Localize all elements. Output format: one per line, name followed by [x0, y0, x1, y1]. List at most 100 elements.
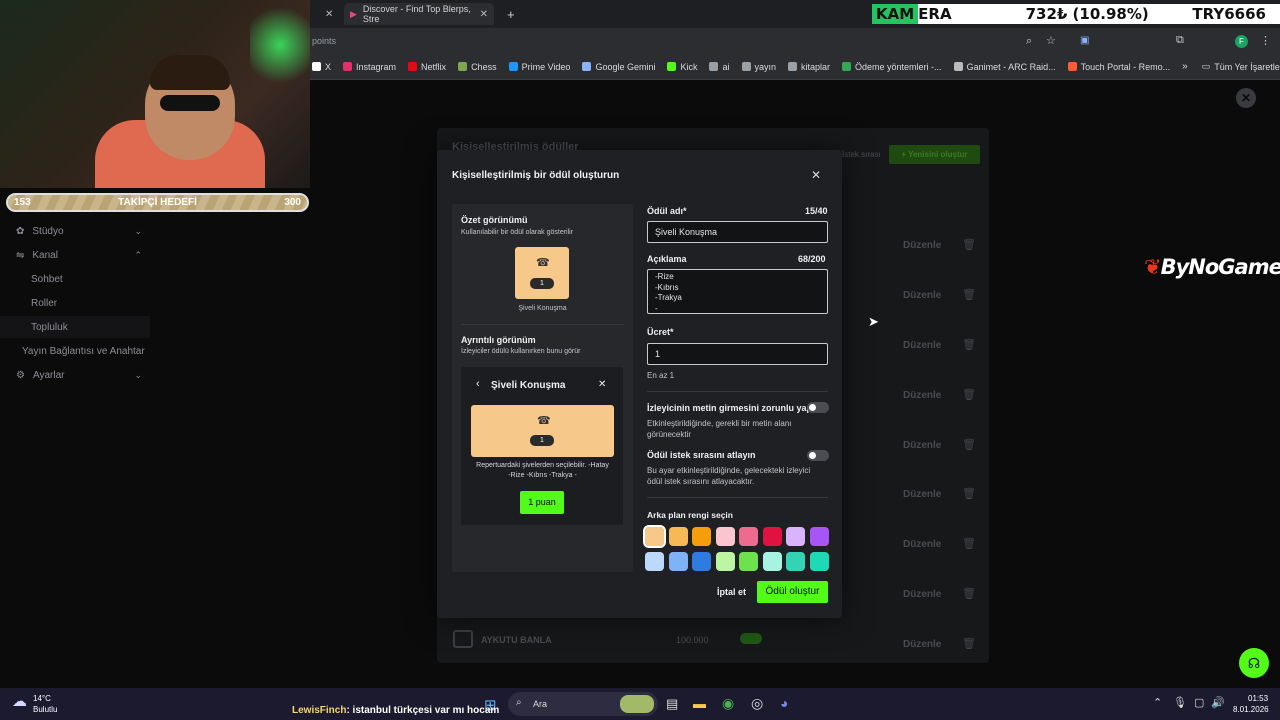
description-textarea[interactable]: -Rize -Kıbrıs -Trakya - — [647, 269, 828, 314]
trash-icon[interactable]: 🗑 — [962, 388, 976, 401]
discord-icon[interactable]: ◕ — [780, 695, 788, 711]
ticker-price: 732₺ (10.98%) — [1025, 5, 1149, 23]
network-icon[interactable]: ▢ — [1194, 696, 1204, 709]
address-bar[interactable]: points ⌕ ☆ ▣ ⧉ F ⋮ — [310, 28, 1280, 54]
edit-button[interactable]: Düzenle — [903, 390, 941, 401]
color-swatch[interactable] — [668, 527, 688, 546]
reward-name-value: Şiveli Konuşma — [655, 227, 718, 237]
queue-label[interactable]: İstek sırası — [842, 150, 881, 159]
color-swatch[interactable] — [739, 551, 758, 571]
color-swatch[interactable] — [692, 551, 711, 571]
color-swatch[interactable] — [715, 551, 735, 571]
color-swatch[interactable] — [786, 551, 805, 571]
cancel-button[interactable]: İptal et — [717, 587, 746, 597]
file-explorer-icon[interactable]: ▬ — [693, 696, 706, 711]
bookmark-item[interactable]: X — [312, 62, 331, 72]
new-tab-button[interactable]: + — [507, 3, 515, 25]
bookmark-item[interactable]: ai — [709, 62, 730, 72]
color-swatch[interactable] — [786, 527, 805, 546]
color-swatch[interactable] — [809, 551, 829, 571]
skip-queue-desc: Bu ayar etkinleştirildiğinde, gelecektek… — [647, 466, 811, 486]
bookmark-item[interactable]: Instagram — [343, 62, 396, 72]
sidebar-item-community[interactable]: Topluluk — [0, 316, 150, 338]
close-icon[interactable]: ✕ — [598, 379, 606, 390]
tray-chevron-icon[interactable]: ⌃ — [1153, 696, 1162, 709]
zoom-icon[interactable]: ⌕ — [1026, 35, 1032, 48]
reward-enabled-toggle[interactable] — [740, 633, 762, 644]
taskbar-search[interactable]: ⌕ Ara — [508, 692, 658, 716]
edit-button[interactable]: Düzenle — [903, 440, 941, 451]
reward-name-input[interactable]: Şiveli Konuşma — [647, 221, 828, 243]
edit-button[interactable]: Düzenle — [903, 539, 941, 550]
sidebar-item-stream-key[interactable]: Yayın Bağlantısı ve Anahtar — [0, 340, 150, 362]
trash-icon[interactable]: 🗑 — [962, 238, 976, 251]
bookmark-item[interactable]: Kick — [667, 62, 697, 72]
back-chevron-icon[interactable]: ‹ — [476, 378, 480, 390]
trash-icon[interactable]: 🗑 — [962, 587, 976, 600]
support-chat-icon[interactable]: ☊ — [1239, 648, 1269, 678]
create-new-button[interactable]: + Yenisini oluştur — [889, 145, 980, 164]
chevron-right-icon[interactable]: » — [1182, 61, 1188, 72]
redeem-button[interactable]: 1 puan — [520, 491, 564, 514]
trash-icon[interactable]: 🗑 — [962, 338, 976, 351]
sidebar-item-channel[interactable]: ⇋ Kanal ⌃ — [0, 244, 150, 266]
profile-avatar[interactable]: F — [1235, 35, 1248, 48]
bookmark-item[interactable]: Google Gemini — [582, 62, 655, 72]
chrome-icon[interactable]: ◉ — [722, 695, 734, 712]
summary-subtitle: Kullanılabilir bir ödül olarak gösterili… — [461, 229, 574, 236]
steam-icon[interactable]: ◎ — [751, 695, 763, 712]
edit-button[interactable]: Düzenle — [903, 290, 941, 301]
edit-button[interactable]: Düzenle — [903, 589, 941, 600]
color-swatch[interactable] — [762, 551, 782, 571]
sidebar-item-settings[interactable]: ⚙ Ayarlar ⌄ — [0, 364, 150, 386]
color-swatch[interactable] — [645, 551, 664, 571]
detail-subtitle: İzleyiciler ödülü kullanırken bunu görür — [461, 348, 581, 355]
bookmark-item[interactable]: Ödeme yöntemleri -... — [842, 62, 942, 72]
all-bookmarks[interactable]: ▭ Tüm Yer İşaretleri — [1202, 61, 1280, 72]
sidebar-item-studio[interactable]: ✿ Stüdyo ⌄ — [0, 220, 150, 242]
color-swatch[interactable] — [715, 527, 735, 546]
skip-queue-toggle[interactable] — [807, 450, 829, 461]
star-icon[interactable]: ☆ — [1046, 34, 1056, 47]
volume-icon[interactable]: 🔊 — [1211, 696, 1225, 709]
extension-icon[interactable]: ⧉ — [1176, 34, 1184, 47]
bookmark-item[interactable]: Netflix — [408, 62, 446, 72]
edit-button[interactable]: Düzenle — [903, 240, 941, 251]
tab-discover[interactable]: ▶ Discover - Find Top Blerps, Stre ✕ — [344, 3, 494, 25]
color-swatch[interactable] — [762, 527, 782, 546]
bookmark-item[interactable]: Chess — [458, 62, 497, 72]
require-text-toggle[interactable] — [807, 402, 829, 413]
sidebar-item-roles[interactable]: Roller — [0, 292, 150, 314]
create-reward-button[interactable]: Ödül oluştur — [757, 581, 828, 603]
bookmark-item[interactable]: Prime Video — [508, 62, 570, 72]
close-icon[interactable]: ✕ — [811, 168, 821, 182]
color-swatch[interactable] — [668, 551, 688, 571]
sidebar-item-chat[interactable]: Sohbet — [0, 268, 150, 290]
bookmark-item[interactable]: yayın — [741, 62, 776, 72]
menu-icon[interactable]: ⋮ — [1260, 34, 1271, 47]
trash-icon[interactable]: 🗑 — [962, 288, 976, 301]
color-swatch[interactable] — [692, 527, 711, 546]
tab-close-icon[interactable]: ✕ — [325, 3, 333, 25]
cost-input[interactable]: 1 — [647, 343, 828, 365]
clock-date[interactable]: 8.01.2026 — [1233, 705, 1269, 714]
close-icon[interactable]: ✕ — [480, 9, 488, 20]
close-overlay-icon[interactable]: ✕ — [1236, 88, 1256, 108]
bookmark-item[interactable]: Touch Portal - Remo... — [1067, 62, 1170, 72]
color-swatch[interactable] — [809, 527, 829, 546]
microphone-icon[interactable]: 🎙 — [1173, 696, 1187, 709]
trash-icon[interactable]: 🗑 — [962, 537, 976, 550]
bookmark-item[interactable]: Ganimet - ARC Raid... — [953, 62, 1056, 72]
edit-button[interactable]: Düzenle — [903, 340, 941, 351]
color-swatch[interactable] — [643, 525, 666, 548]
clock-time[interactable]: 01:53 — [1248, 694, 1268, 703]
require-text-desc: Etkinleştirildiğinde, gerekli bir metin … — [647, 419, 792, 439]
task-view-icon[interactable]: ▤ — [666, 696, 678, 712]
modal-title: Kişiselleştirilmiş bir ödül oluşturun — [452, 170, 620, 181]
trash-icon[interactable]: 🗑 — [962, 487, 976, 500]
color-swatch[interactable] — [739, 527, 758, 546]
trash-icon[interactable]: 🗑 — [962, 438, 976, 451]
edit-button[interactable]: Düzenle — [903, 489, 941, 500]
translate-icon[interactable]: ▣ — [1080, 35, 1089, 46]
bookmark-item[interactable]: kitaplar — [788, 62, 830, 72]
